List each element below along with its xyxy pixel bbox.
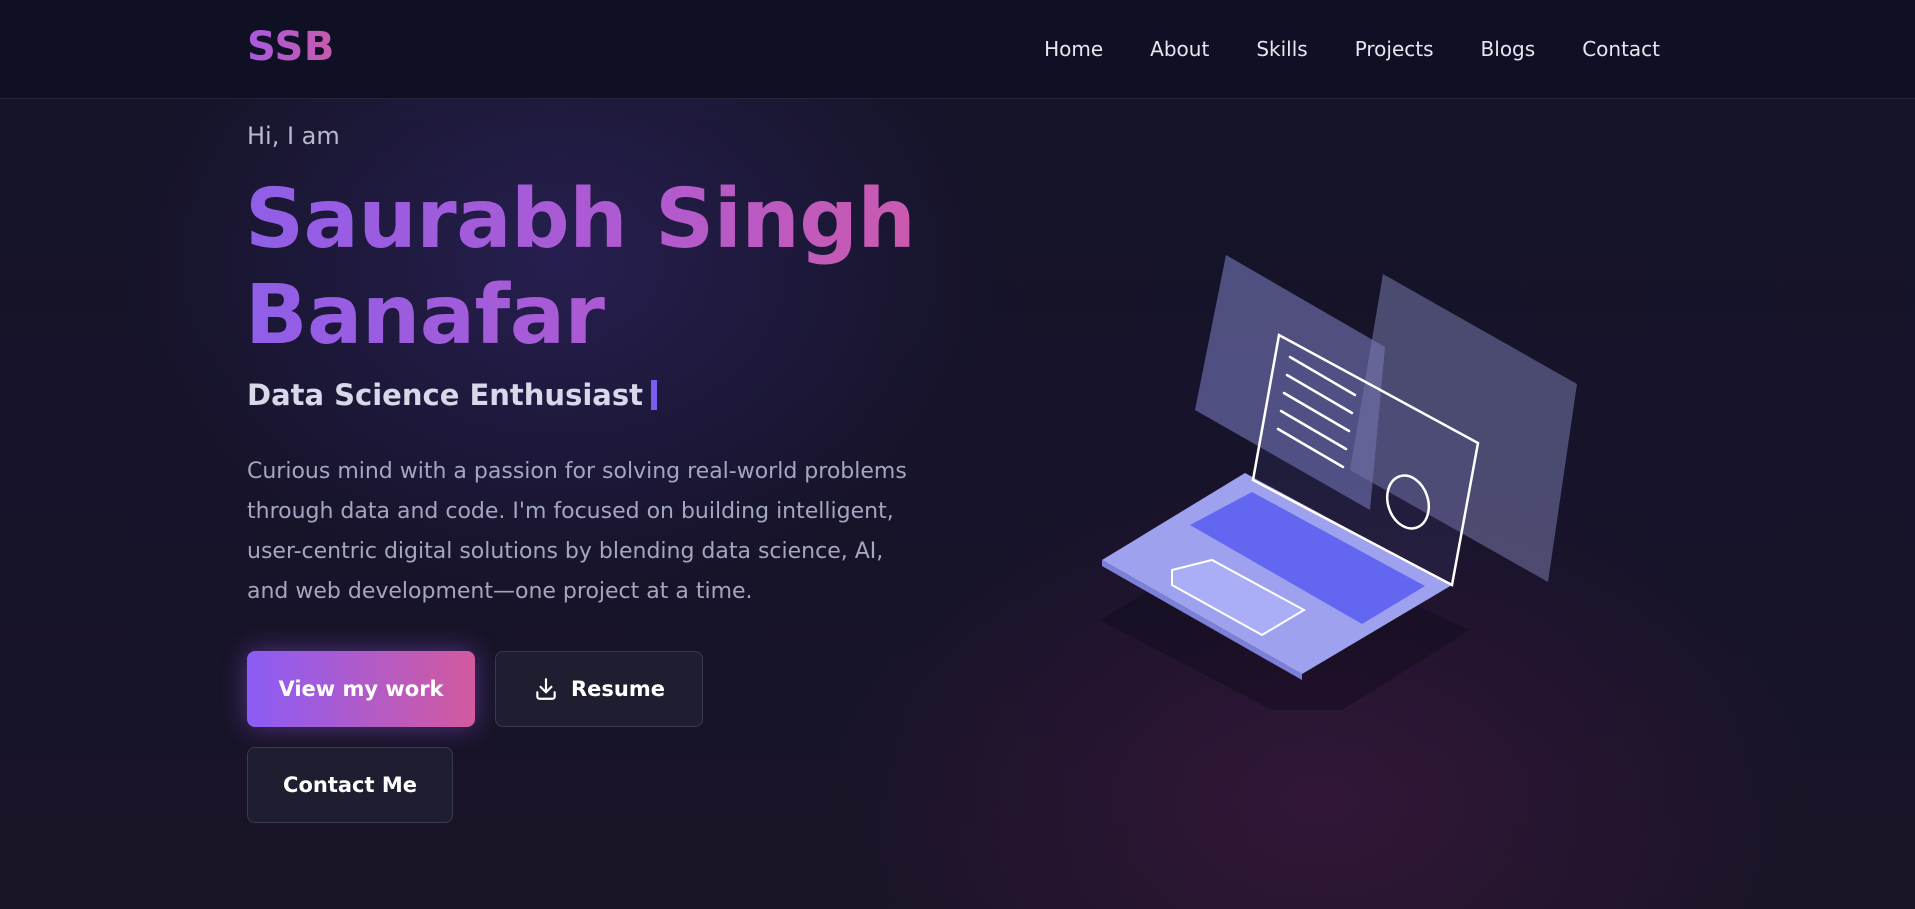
resume-button[interactable]: Resume bbox=[495, 651, 703, 727]
hero-name: Saurabh Singh Banafar bbox=[245, 172, 965, 364]
hero-role-text: Data Science Enthusiast bbox=[247, 378, 643, 412]
nav-link-projects[interactable]: Projects bbox=[1355, 34, 1434, 64]
typing-cursor bbox=[650, 380, 657, 410]
nav-link-blogs[interactable]: Blogs bbox=[1481, 34, 1536, 64]
contact-me-button[interactable]: Contact Me bbox=[247, 747, 453, 823]
resume-label: Resume bbox=[571, 677, 665, 701]
logo[interactable]: SSB bbox=[247, 24, 335, 70]
laptop-illustration bbox=[1080, 230, 1620, 710]
hero-role: Data Science Enthusiast bbox=[247, 378, 657, 412]
hero-bio: Curious mind with a passion for solving … bbox=[247, 459, 907, 604]
download-icon bbox=[533, 676, 559, 702]
nav-link-about[interactable]: About bbox=[1150, 34, 1209, 64]
nav-link-contact[interactable]: Contact bbox=[1582, 34, 1660, 64]
nav-links: Home About Skills Projects Blogs Contact bbox=[1000, 34, 1660, 64]
navbar: SSB Home About Skills Projects Blogs Con… bbox=[0, 0, 1915, 99]
hero-greeting: Hi, I am bbox=[247, 122, 340, 150]
view-work-label: View my work bbox=[278, 677, 444, 701]
view-work-button[interactable]: View my work bbox=[247, 651, 475, 727]
contact-me-label: Contact Me bbox=[283, 773, 417, 797]
nav-link-skills[interactable]: Skills bbox=[1256, 34, 1307, 64]
nav-link-home[interactable]: Home bbox=[1044, 34, 1103, 64]
